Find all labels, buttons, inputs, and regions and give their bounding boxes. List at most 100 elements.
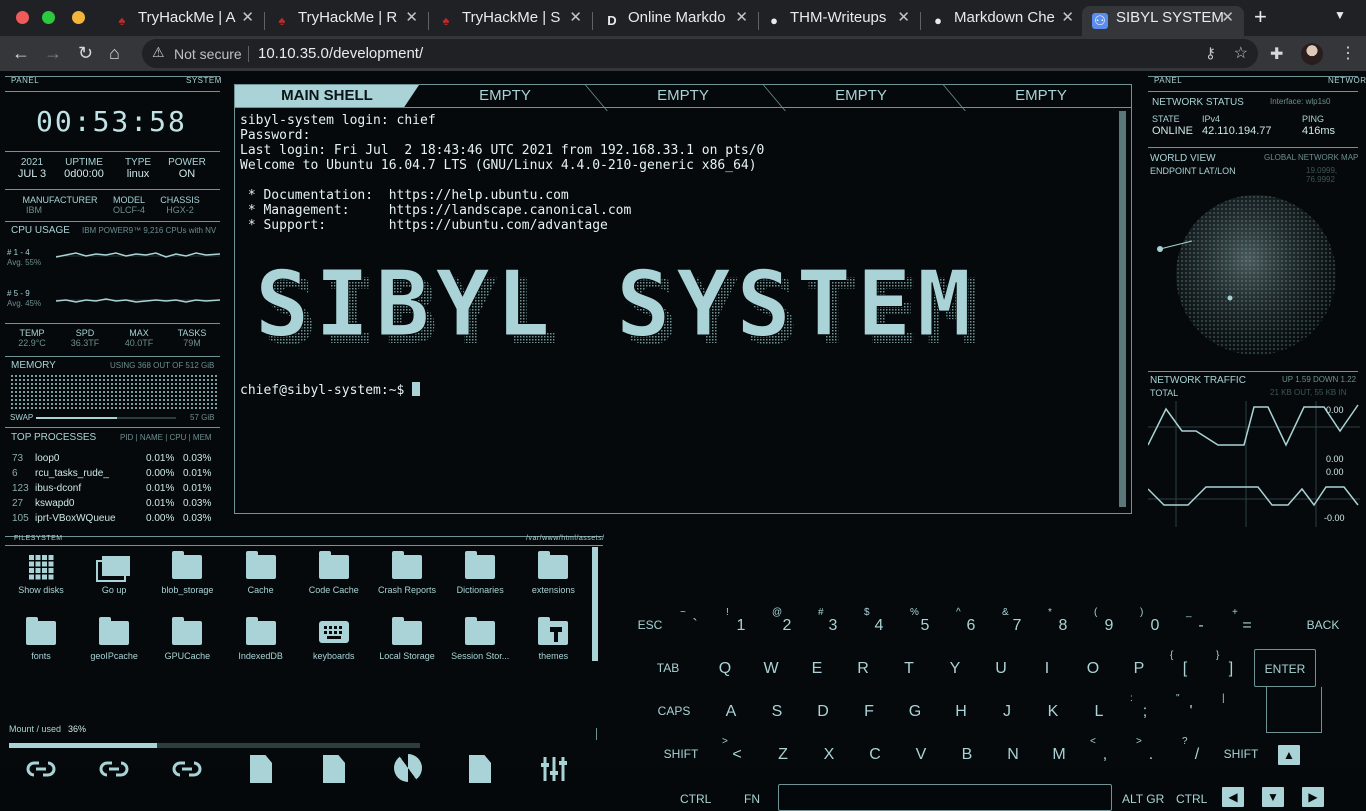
- browser-tab-active[interactable]: ⚇ SIBYL SYSTEM ✕: [1082, 6, 1244, 36]
- file-item[interactable]: GPUCache: [150, 617, 224, 661]
- arrow-down-key[interactable]: ▼: [1262, 787, 1284, 807]
- key[interactable]: + =: [1230, 607, 1264, 635]
- file-item[interactable]: Go up: [77, 555, 151, 595]
- key[interactable]: J: [990, 703, 1024, 721]
- close-tab-icon[interactable]: ✕: [897, 6, 910, 30]
- file-item[interactable]: keyboards: [297, 621, 371, 661]
- minimize-window-button[interactable]: [72, 11, 85, 24]
- key[interactable]: I: [1030, 660, 1064, 678]
- browser-tab[interactable]: ♠ TryHackMe | R ✕: [264, 6, 428, 36]
- key[interactable]: >.: [1134, 736, 1168, 764]
- key[interactable]: D: [806, 703, 840, 721]
- key[interactable]: A: [714, 703, 748, 721]
- file-item[interactable]: extensions: [516, 551, 590, 595]
- arrow-up-key[interactable]: ▲: [1278, 745, 1300, 765]
- key[interactable]: H: [944, 703, 978, 721]
- key[interactable]: Z: [766, 746, 800, 764]
- file-icon[interactable]: [250, 755, 272, 783]
- key[interactable]: L: [1082, 703, 1116, 721]
- file-item[interactable]: Session Stor...: [443, 617, 517, 661]
- close-tab-icon[interactable]: ✕: [569, 6, 582, 30]
- key[interactable]: E: [800, 660, 834, 678]
- url-text[interactable]: 10.10.35.0/development/: [258, 45, 423, 62]
- key[interactable]: S: [760, 703, 794, 721]
- ctrl-right-key[interactable]: CTRL: [1176, 792, 1207, 806]
- key[interactable]: B: [950, 746, 984, 764]
- tab-empty[interactable]: EMPTY: [419, 85, 591, 107]
- terminal-scrollbar[interactable]: [1119, 111, 1126, 507]
- key[interactable]: :;: [1128, 693, 1162, 721]
- key[interactable]: % 5: [908, 607, 942, 635]
- key[interactable]: <,: [1088, 736, 1122, 764]
- key[interactable]: M: [1042, 746, 1076, 764]
- tab-search-icon[interactable]: ▼: [1334, 8, 1346, 22]
- close-window-button[interactable]: [16, 11, 29, 24]
- key[interactable]: " ': [1174, 693, 1208, 721]
- key[interactable]: P: [1122, 660, 1156, 678]
- key[interactable]: X: [812, 746, 846, 764]
- maximize-window-button[interactable]: [42, 11, 55, 24]
- file-item[interactable]: Crash Reports: [370, 551, 444, 595]
- key[interactable]: }]: [1214, 650, 1248, 678]
- file-item[interactable]: Show disks: [4, 555, 78, 595]
- key[interactable]: > <: [720, 736, 754, 764]
- warning-icon[interactable]: ⚠: [152, 44, 165, 61]
- key[interactable]: ! 1: [724, 607, 758, 635]
- key[interactable]: ^ 6: [954, 607, 988, 635]
- address-bar[interactable]: ⚠ Not secure 10.10.35.0/development/ ⚷ ☆: [142, 39, 1258, 68]
- key[interactable]: C: [858, 746, 892, 764]
- forward-arrow-icon[interactable]: →: [44, 43, 62, 63]
- file-icon[interactable]: [323, 755, 345, 783]
- key[interactable]: R: [846, 660, 880, 678]
- browser-tab[interactable]: D Online Markdo ✕: [594, 6, 758, 36]
- process-row[interactable]: 123 ibus-dconf 0.01% 0.01%: [10, 483, 220, 498]
- app-file-icon[interactable]: [394, 754, 422, 782]
- link-icon[interactable]: [24, 758, 58, 780]
- browser-tab[interactable]: ♠ TryHackMe | S ✕: [428, 6, 592, 36]
- key[interactable]: F: [852, 703, 886, 721]
- key[interactable]: TAB: [650, 660, 686, 675]
- process-row[interactable]: 27 kswapd0 0.01% 0.03%: [10, 498, 220, 513]
- file-icon[interactable]: [469, 755, 491, 783]
- file-item[interactable]: fonts: [4, 617, 78, 661]
- key[interactable]: CAPS: [654, 703, 694, 718]
- key[interactable]: U: [984, 660, 1018, 678]
- enter-key-lower[interactable]: [1266, 687, 1322, 733]
- key[interactable]: ? /: [1180, 736, 1214, 764]
- file-item[interactable]: geoIPcache: [77, 617, 151, 661]
- tab-empty[interactable]: EMPTY: [597, 85, 769, 107]
- terminal-prompt[interactable]: chief@sibyl-system:~$: [240, 382, 421, 398]
- file-item[interactable]: Code Cache: [297, 551, 371, 595]
- key[interactable]: ~ `: [678, 607, 712, 635]
- chrome-menu-icon[interactable]: ⋮: [1340, 43, 1356, 63]
- key[interactable]: O: [1076, 660, 1110, 678]
- security-status[interactable]: Not secure: [174, 46, 242, 62]
- enter-key[interactable]: ENTER: [1254, 649, 1316, 687]
- ctrl-key[interactable]: CTRL: [680, 792, 711, 806]
- tab-empty[interactable]: EMPTY: [775, 85, 947, 107]
- key[interactable]: Y: [938, 660, 972, 678]
- file-item[interactable]: themes: [516, 617, 590, 661]
- new-tab-button[interactable]: +: [1254, 4, 1267, 30]
- close-tab-icon[interactable]: ✕: [1061, 6, 1074, 30]
- home-icon[interactable]: ⌂: [109, 43, 120, 63]
- back-arrow-icon[interactable]: ←: [12, 43, 30, 63]
- key[interactable]: G: [898, 703, 932, 721]
- key[interactable]: BACK: [1300, 617, 1346, 632]
- file-item[interactable]: Local Storage: [370, 617, 444, 661]
- process-row[interactable]: 6 rcu_tasks_rude_ 0.00% 0.01%: [10, 468, 220, 483]
- browser-tab[interactable]: ● Markdown Che ✕: [920, 6, 1084, 36]
- key[interactable]: T: [892, 660, 926, 678]
- close-tab-icon[interactable]: ✕: [735, 6, 748, 30]
- settings-file-icon[interactable]: [540, 755, 568, 783]
- tab-empty[interactable]: EMPTY: [955, 85, 1127, 107]
- terminal-window[interactable]: MAIN SHELL EMPTY EMPTY EMPTY EMPTY sibyl…: [234, 84, 1132, 514]
- altgr-key[interactable]: ALT GR: [1122, 792, 1164, 806]
- fn-key[interactable]: FN: [744, 792, 760, 806]
- arrow-left-key[interactable]: ◀: [1222, 787, 1244, 807]
- process-row[interactable]: 105 iprt-VBoxWQueue 0.00% 0.03%: [10, 513, 220, 528]
- key[interactable]: N: [996, 746, 1030, 764]
- close-tab-icon[interactable]: ✕: [1221, 6, 1234, 30]
- process-row[interactable]: 73 loop0 0.01% 0.03%: [10, 453, 220, 468]
- key-icon[interactable]: ⚷: [1205, 44, 1216, 62]
